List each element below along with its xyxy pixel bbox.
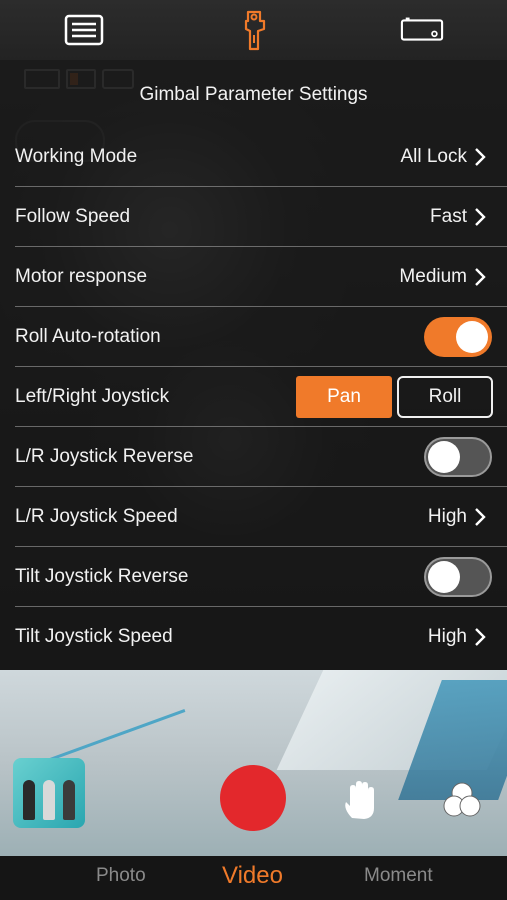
chevron-right-icon	[475, 268, 486, 286]
row-value: All Lock	[400, 146, 467, 167]
gimbal-icon[interactable]	[232, 10, 276, 51]
segment-pan-button[interactable]: Pan	[296, 376, 392, 418]
toggle-knob	[428, 441, 460, 473]
chevron-right-icon	[475, 148, 486, 166]
chevron-right-icon	[475, 208, 486, 226]
segment-roll-button[interactable]: Roll	[397, 376, 493, 418]
record-button[interactable]	[220, 765, 286, 831]
thumbnail-figure	[63, 780, 75, 820]
row-value: High	[427, 506, 467, 527]
row-value: Medium	[399, 266, 467, 287]
panel-title: Gimbal Parameter Settings	[139, 84, 368, 105]
row-lr-joystick-reverse: L/R Joystick Reverse	[0, 427, 507, 487]
capture-mode-bar: Photo Video Moment	[0, 856, 507, 900]
mode-photo[interactable]: Photo	[96, 856, 146, 900]
mode-video[interactable]: Video	[222, 856, 283, 900]
row-tilt-joystick-speed[interactable]: Tilt Joystick Speed High	[0, 607, 507, 667]
gimbal-settings-panel: Gimbal Parameter Settings Working Mode A…	[0, 60, 507, 670]
row-roll-auto-rotation: Roll Auto-rotation	[0, 307, 507, 367]
thumbnail-figure	[23, 780, 35, 820]
row-label: Follow Speed	[15, 206, 131, 227]
toggle-knob	[428, 561, 460, 593]
row-lr-joystick-speed[interactable]: L/R Joystick Speed High	[0, 487, 507, 547]
lr-joystick-reverse-toggle[interactable]	[424, 437, 492, 477]
top-bar	[0, 0, 507, 60]
row-label: Tilt Joystick Reverse	[15, 566, 189, 587]
thumbnail-figure	[43, 780, 55, 820]
roll-auto-rotation-toggle[interactable]	[424, 317, 492, 357]
row-label: Left/Right Joystick	[15, 386, 170, 407]
tilt-joystick-reverse-toggle[interactable]	[424, 557, 492, 597]
mode-moment[interactable]: Moment	[364, 856, 433, 900]
gallery-thumbnail[interactable]	[13, 758, 85, 828]
screen: Gimbal Parameter Settings Working Mode A…	[0, 0, 507, 900]
row-motor-response[interactable]: Motor response Medium	[0, 247, 507, 307]
row-follow-speed[interactable]: Follow Speed Fast	[0, 187, 507, 247]
chevron-right-icon	[475, 508, 486, 526]
row-left-right-joystick: Left/Right Joystick Pan Roll	[0, 367, 507, 427]
row-tilt-joystick-reverse: Tilt Joystick Reverse	[0, 547, 507, 607]
row-label: L/R Joystick Reverse	[15, 446, 194, 467]
row-working-mode[interactable]: Working Mode All Lock	[0, 127, 507, 187]
camera-settings-icon[interactable]	[400, 10, 444, 50]
row-value: High	[427, 626, 467, 647]
row-value: Fast	[430, 206, 467, 227]
row-label: Motor response	[15, 266, 148, 287]
toggle-knob	[456, 321, 488, 353]
row-label: Roll Auto-rotation	[15, 326, 161, 347]
gesture-hand-icon[interactable]	[340, 778, 384, 822]
menu-list-icon[interactable]	[62, 10, 106, 50]
filters-icon[interactable]	[440, 778, 484, 822]
chevron-right-icon	[475, 628, 486, 646]
row-label: Working Mode	[15, 146, 138, 167]
row-label: L/R Joystick Speed	[15, 506, 178, 527]
row-label: Tilt Joystick Speed	[15, 626, 173, 647]
